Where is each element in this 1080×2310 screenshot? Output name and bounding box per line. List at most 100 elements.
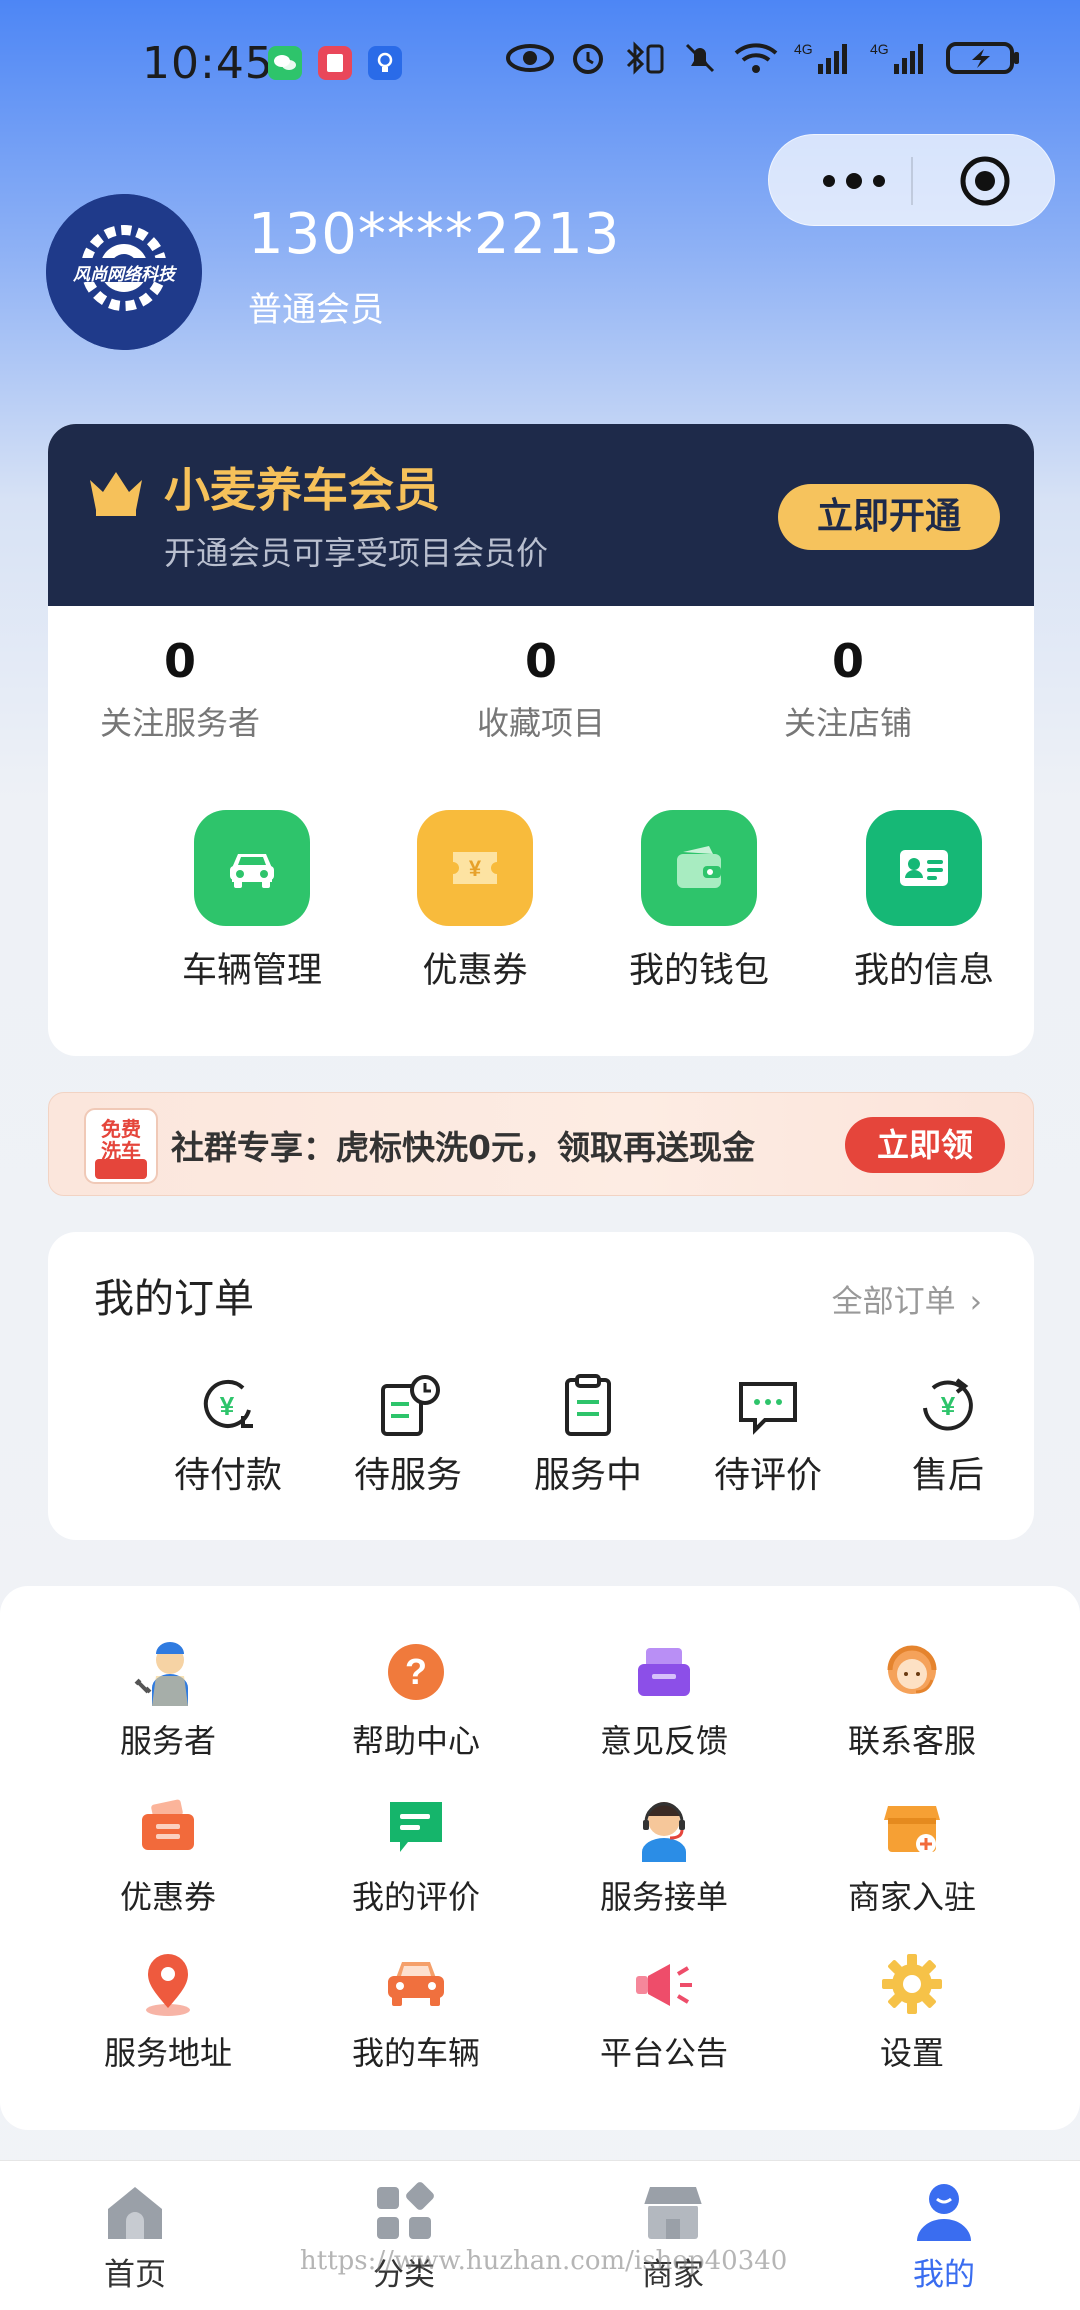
svc-label: 我的车辆 [351, 2034, 480, 2072]
avatar[interactable]: 风尚网络科技 [46, 194, 202, 350]
tool-label: 我的信息 [853, 951, 994, 991]
close-target-icon[interactable] [959, 155, 1011, 207]
user-icon [917, 2184, 971, 2241]
order-label: 售后 [911, 1455, 984, 1496]
svc-label: 设置 [879, 2034, 944, 2072]
svc-coupon[interactable]: 优惠券 [58, 1792, 278, 1918]
svc-service-address[interactable]: 服务地址 [58, 1948, 278, 2074]
order-label: 待服务 [353, 1455, 462, 1496]
tool-my-info[interactable]: 我的信息 [824, 810, 1024, 993]
wechat-icon [268, 46, 302, 80]
order-pending-review[interactable]: 待评价 [683, 1372, 853, 1498]
car-icon [194, 810, 310, 926]
svg-text:4G: 4G [794, 41, 813, 57]
order-label: 待评价 [713, 1455, 822, 1496]
svc-label: 服务者 [119, 1722, 216, 1760]
review-icon [390, 1802, 442, 1852]
watermark-text: https://www.huzhan.com/ishop40340 [300, 2246, 788, 2276]
stat-followed-shops[interactable]: 0 关注店铺 [718, 634, 978, 744]
book-app-icon [318, 46, 352, 80]
feedback-icon [638, 1648, 690, 1696]
quick-tools: 车辆管理 ¥ 优惠券 我的钱包 我的信息 [48, 810, 1034, 1010]
badge-line-2: 洗车 [101, 1139, 141, 1163]
avatar-logo-text: 风尚网络科技 [73, 265, 175, 285]
svg-text:¥: ¥ [469, 856, 482, 881]
vip-subtitle: 开通会员可享受项目会员价 [164, 534, 549, 572]
stat-label: 关注服务者 [99, 704, 260, 742]
svc-announcements[interactable]: 平台公告 [554, 1948, 774, 2074]
svc-my-vehicles[interactable]: 我的车辆 [306, 1948, 526, 2074]
tab-mine[interactable]: 我的 [844, 2179, 1044, 2294]
mute-icon [685, 43, 715, 73]
svc-feedback[interactable]: 意见反馈 [554, 1636, 774, 1762]
svc-providers[interactable]: 服务者 [58, 1636, 278, 1762]
stat-value: 0 [163, 634, 196, 688]
order-in-service[interactable]: 服务中 [503, 1372, 673, 1498]
wifi-icon [734, 43, 778, 73]
tool-vehicle-management[interactable]: 车辆管理 [152, 810, 352, 993]
tab-category[interactable]: 分类 [304, 2179, 504, 2294]
stat-label: 收藏项目 [476, 704, 605, 742]
tool-coupon[interactable]: ¥ 优惠券 [375, 810, 575, 993]
promo-claim-button[interactable]: 立即领 [845, 1117, 1005, 1173]
clipboard-icon [565, 1374, 611, 1436]
signal-icon-1: 4G [794, 41, 847, 74]
tab-home[interactable]: 首页 [35, 2179, 235, 2294]
tab-merchants[interactable]: 商家 [573, 2179, 773, 2294]
svc-accept-orders[interactable]: 服务接单 [554, 1792, 774, 1918]
yen-pending-icon: ¥ [203, 1380, 253, 1428]
tab-label: 我的 [913, 2257, 975, 2293]
battery-icon [946, 42, 1019, 74]
tool-label: 车辆管理 [181, 951, 322, 991]
order-label: 待付款 [173, 1455, 282, 1496]
promo-banner[interactable]: 免费 洗车 社群专享：虎标快洗0元，领取再送现金 立即领 [48, 1092, 1034, 1196]
mechanic-icon [134, 1642, 188, 1706]
tool-label: 优惠券 [422, 951, 528, 991]
megaphone-icon [636, 1964, 692, 2006]
bluetooth-icon [626, 41, 664, 75]
yen-refresh-icon: ¥ [923, 1378, 973, 1431]
svc-label: 我的评价 [351, 1878, 480, 1916]
svc-my-reviews[interactable]: 我的评价 [306, 1792, 526, 1918]
all-orders-link[interactable]: 全部订单 › [832, 1276, 982, 1321]
id-card-icon [866, 810, 982, 926]
crown-icon [90, 472, 142, 516]
svc-label: 帮助中心 [351, 1722, 480, 1760]
service-clock-icon [381, 1375, 440, 1436]
customer-service-icon [887, 1645, 937, 1694]
orders-card: 我的订单 全部订单 › ¥ 待付款 待服务 服务中 待评价 ¥ 售后 [48, 1232, 1034, 1540]
status-bar: 10:45 4G 4G [0, 0, 1080, 130]
order-pending-service[interactable]: 待服务 [323, 1372, 493, 1498]
merchant-join-icon [884, 1806, 940, 1854]
svc-label: 优惠券 [119, 1878, 216, 1916]
category-icon [377, 2182, 434, 2239]
wallet-icon [641, 810, 757, 926]
coupon-icon [142, 1799, 194, 1850]
services-card: 服务者 ? 帮助中心 意见反馈 联系客服 优惠券 我的评价 服务接单 商家入驻 … [0, 1586, 1080, 2130]
user-phone: 130****2213 [248, 202, 621, 267]
car-icon [388, 1962, 444, 2006]
svc-contact-support[interactable]: 联系客服 [802, 1636, 1022, 1762]
tool-wallet[interactable]: 我的钱包 [599, 810, 799, 993]
headset-agent-icon [642, 1802, 686, 1862]
svc-settings[interactable]: 设置 [802, 1948, 1022, 2074]
tab-label: 首页 [104, 2257, 166, 2293]
vip-open-button[interactable]: 立即开通 [778, 484, 1000, 550]
svc-merchant-join[interactable]: 商家入驻 [802, 1792, 1022, 1918]
vip-card: 小麦养车会员 开通会员可享受项目会员价 立即开通 0 关注服务者 0 收藏项目 … [48, 424, 1034, 1056]
stat-favorite-items[interactable]: 0 收藏项目 [411, 634, 671, 744]
coupon-icon: ¥ [417, 810, 533, 926]
order-after-sales[interactable]: ¥ 售后 [863, 1372, 1033, 1498]
bulb-app-icon [368, 46, 402, 80]
vip-banner[interactable]: 小麦养车会员 开通会员可享受项目会员价 立即开通 [48, 424, 1034, 606]
stat-label: 关注店铺 [783, 704, 912, 742]
vip-title: 小麦养车会员 [164, 463, 440, 517]
eye-icon [506, 44, 554, 72]
chevron-right-icon: › [969, 1284, 982, 1320]
order-pending-payment[interactable]: ¥ 待付款 [143, 1372, 313, 1498]
more-icon[interactable] [809, 163, 899, 199]
svc-help-center[interactable]: ? 帮助中心 [306, 1636, 526, 1762]
all-orders-label: 全部订单 [831, 1284, 956, 1320]
location-icon [146, 1954, 190, 2016]
stat-followed-providers[interactable]: 0 关注服务者 [50, 634, 310, 744]
